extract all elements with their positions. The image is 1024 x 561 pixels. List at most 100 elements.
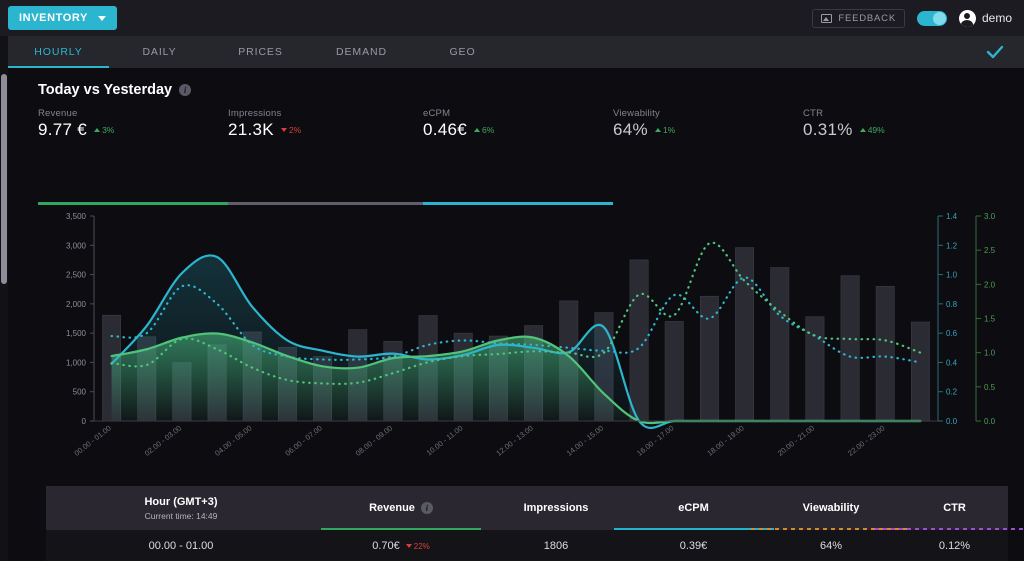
svg-text:0.5: 0.5 (984, 383, 996, 392)
cell-revenue-delta-text: 22% (413, 541, 430, 551)
confirm-check-button[interactable] (986, 36, 1004, 68)
table-header-ctr[interactable]: CTR (874, 486, 1024, 530)
kpi-ecpm-label: eCPM (423, 108, 451, 119)
triangle-up-icon (94, 128, 101, 132)
svg-text:1.5: 1.5 (984, 315, 996, 324)
tab-hourly[interactable]: HOURLY (8, 36, 109, 68)
svg-text:500: 500 (73, 388, 87, 397)
triangle-up-icon (654, 128, 661, 132)
kpi-ctr[interactable]: CTR 0.31% 49% (803, 108, 885, 140)
kpi-ecpm-value: 0.46€ (423, 120, 468, 139)
kpi-viewability-delta-text: 1% (662, 125, 676, 135)
kpi-viewability[interactable]: Viewability 64% 1% (613, 108, 675, 140)
chart-left-axis: 0 500 1,000 1,500 2,000 2,500 3,000 3,500 (66, 212, 95, 426)
kpi-underline-impressions (228, 202, 423, 205)
tab-demand-label: DEMAND (336, 46, 387, 58)
kpi-viewability-value: 64% (613, 120, 648, 139)
triangle-up-icon (474, 128, 481, 132)
tab-daily[interactable]: DAILY (109, 36, 210, 68)
table-row[interactable]: 00.00 - 01.00 0.70€ 22% 1806 0.39€ 64% 0… (46, 530, 1008, 561)
svg-text:0.8: 0.8 (946, 300, 958, 309)
svg-text:2,500: 2,500 (66, 271, 87, 280)
cell-revenue: 0.70€ 22% (316, 540, 486, 552)
table-header-viewability[interactable]: Viewability (751, 486, 911, 530)
kpi-impressions[interactable]: Impressions 21.3K 2% (228, 108, 301, 140)
svg-text:0.0: 0.0 (946, 417, 958, 426)
kpi-viewability-label: Viewability (613, 108, 660, 119)
kpi-ecpm[interactable]: eCPM 0.46€ 6% (423, 108, 494, 140)
inventory-dropdown-button[interactable]: INVENTORY (8, 6, 117, 30)
svg-text:08.00 - 09.00: 08.00 - 09.00 (354, 423, 394, 457)
table-header-ctr-label: CTR (943, 502, 966, 514)
svg-text:1.0: 1.0 (984, 349, 996, 358)
svg-text:04.00 - 05.00: 04.00 - 05.00 (213, 423, 253, 457)
table-header-row: Hour (GMT+3) Current time: 14:49 Revenue… (46, 486, 1024, 530)
image-icon (821, 13, 833, 23)
svg-text:1.4: 1.4 (946, 212, 958, 221)
page-title-text: Today vs Yesterday (38, 82, 173, 98)
mode-toggle[interactable] (916, 10, 947, 26)
svg-text:1,500: 1,500 (66, 329, 87, 338)
kpi-row: Revenue 9.77 € 3% Impressions 21.3K 2% e… (38, 108, 1024, 150)
table-header-hour[interactable]: Hour (GMT+3) Current time: 14:49 (46, 486, 316, 530)
app-root: INVENTORY FEEDBACK demo HOURLY DAILY PRI… (0, 0, 1024, 561)
svg-text:2.0: 2.0 (984, 280, 996, 289)
tab-geo-label: GEO (449, 46, 476, 58)
info-icon[interactable]: i (179, 84, 192, 96)
cell-viewability: 64% (819, 540, 843, 552)
content-panel: Today vs Yesterday i Revenue 9.77 € 3% I… (8, 68, 1024, 561)
kpi-ctr-label: CTR (803, 108, 824, 119)
table-header-viewability-label: Viewability (802, 502, 860, 514)
feedback-label: FEEDBACK (838, 12, 896, 24)
check-icon (986, 45, 1004, 59)
kpi-revenue-value: 9.77 € (38, 120, 88, 139)
svg-text:3,000: 3,000 (66, 241, 87, 250)
cell-ctr: 0.12% (938, 540, 971, 552)
table-header-ecpm[interactable]: eCPM (613, 486, 774, 530)
kpi-impressions-delta: 2% (280, 125, 302, 135)
svg-text:0.2: 0.2 (946, 388, 958, 397)
svg-text:2,000: 2,000 (66, 300, 87, 309)
cell-impressions: 1806 (543, 540, 569, 552)
table-header-ecpm-label: eCPM (678, 502, 709, 514)
hourly-table: Hour (GMT+3) Current time: 14:49 Revenue… (46, 486, 1024, 561)
top-bar: INVENTORY FEEDBACK demo (0, 0, 1024, 36)
chart-right-axis-green: 0.0 0.5 1.0 1.5 2.0 2.5 3.0 (975, 212, 996, 426)
table-header-ctr-rule (874, 528, 1024, 530)
svg-text:06.00 - 07.00: 06.00 - 07.00 (283, 423, 323, 457)
kpi-impressions-delta-text: 2% (288, 125, 302, 135)
kpi-ecpm-delta-text: 6% (482, 125, 495, 135)
kpi-ctr-delta-text: 49% (867, 125, 885, 135)
page-scrollbar-track[interactable] (0, 36, 8, 561)
kpi-revenue-delta: 3% (94, 125, 114, 135)
tab-daily-label: DAILY (142, 46, 177, 58)
table-header-revenue-rule (321, 528, 481, 530)
svg-text:02.00 - 03.00: 02.00 - 03.00 (143, 423, 183, 457)
info-icon[interactable]: i (420, 502, 433, 514)
triangle-up-icon (859, 128, 866, 132)
kpi-underline-revenue (38, 202, 228, 205)
feedback-button[interactable]: FEEDBACK (812, 8, 905, 28)
tab-prices[interactable]: PRICES (210, 36, 311, 68)
inventory-label: INVENTORY (19, 12, 88, 24)
svg-text:1,000: 1,000 (66, 358, 87, 367)
tab-demand[interactable]: DEMAND (311, 36, 412, 68)
tab-geo[interactable]: GEO (412, 36, 513, 68)
table-header-hour-label: Hour (GMT+3) (144, 495, 218, 508)
tab-bar: HOURLY DAILY PRICES DEMAND GEO (8, 36, 1024, 68)
page-scrollbar-thumb[interactable] (1, 74, 7, 284)
chart-right-axis-cyan: 0.0 0.2 0.4 0.6 0.8 1.0 1.2 1.4 (937, 212, 958, 426)
table-header-impressions-label: Impressions (523, 502, 589, 514)
kpi-revenue-label: Revenue (38, 108, 78, 119)
hourly-chart[interactable]: 0 500 1,000 1,500 2,000 2,500 3,000 3,500 0.0 0.… (8, 208, 1024, 480)
kpi-revenue[interactable]: Revenue 9.77 € 3% (38, 108, 114, 140)
page-title: Today vs Yesterday i (8, 68, 1024, 98)
table-header-impressions[interactable]: Impressions (486, 486, 626, 530)
cell-ecpm: 0.39€ (679, 540, 708, 552)
top-bar-right: FEEDBACK demo (812, 8, 1012, 28)
table-header-ecpm-rule (613, 528, 774, 530)
kpi-impressions-value: 21.3K (228, 120, 274, 139)
kpi-ecpm-delta: 6% (474, 125, 494, 135)
user-menu[interactable]: demo (958, 9, 1012, 27)
table-header-revenue[interactable]: Revenue i (316, 486, 486, 530)
